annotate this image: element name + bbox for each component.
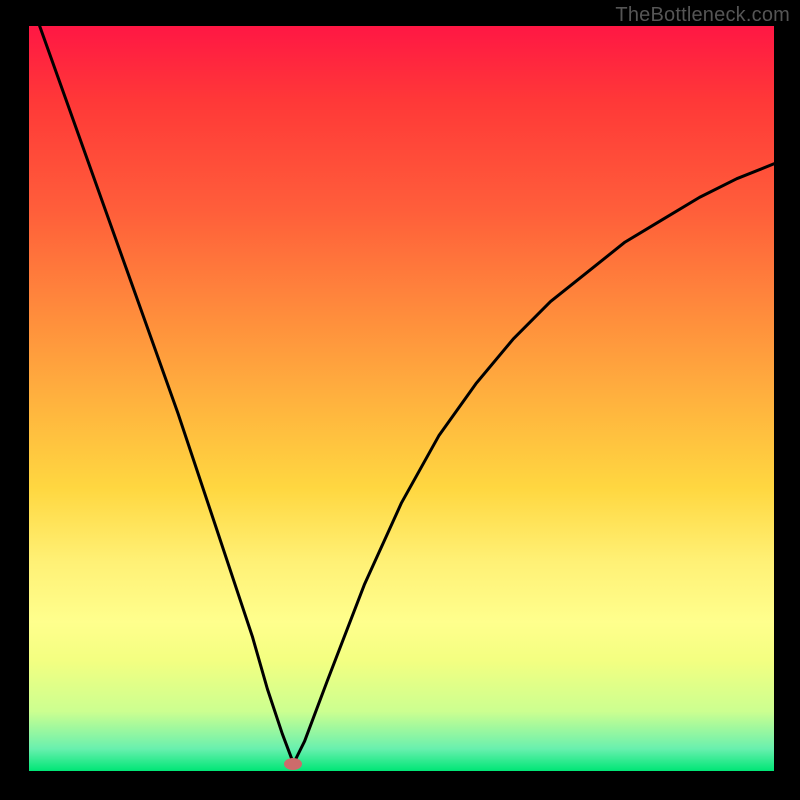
watermark-text: TheBottleneck.com [615, 4, 790, 27]
marker-dot [284, 758, 302, 770]
chart-curve [29, 26, 774, 771]
